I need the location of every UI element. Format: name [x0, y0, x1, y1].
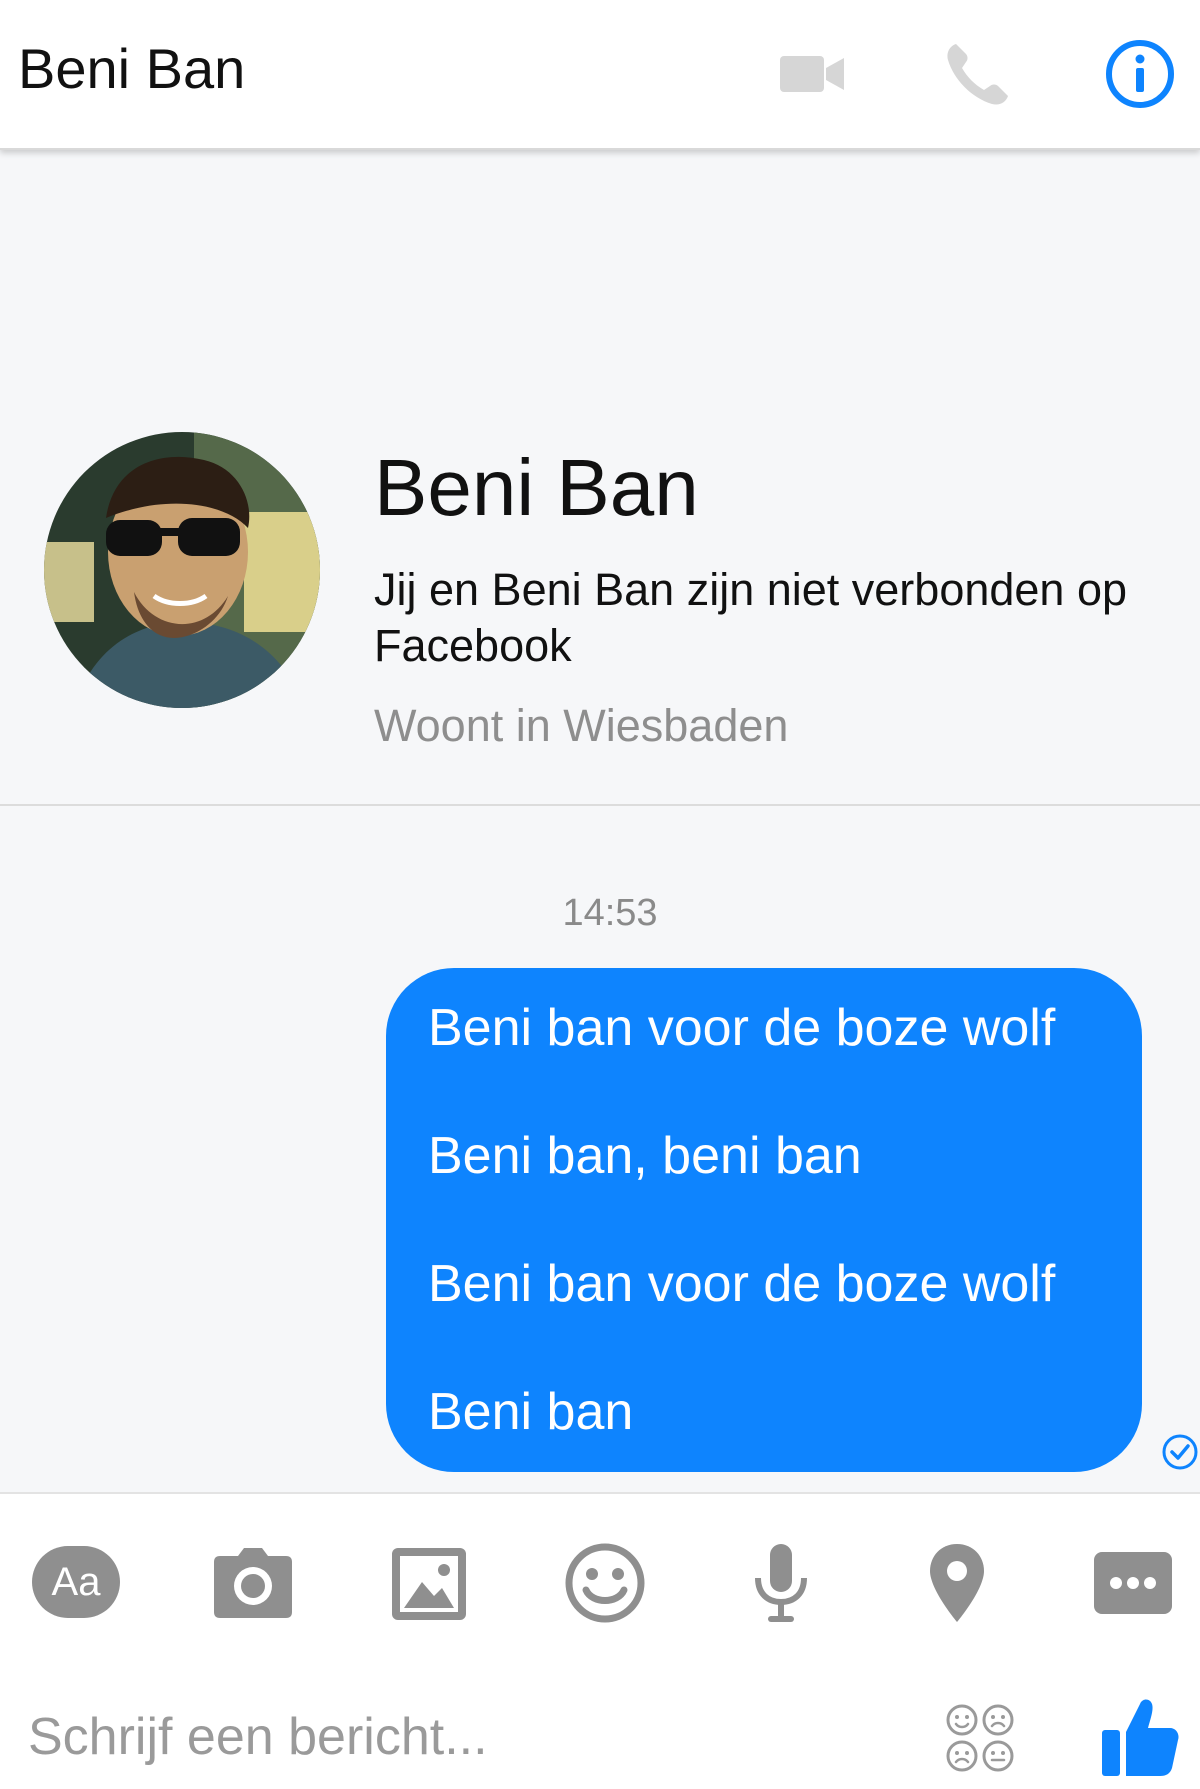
message-bubble[interactable]: Beni ban voor de boze wolf Beni ban, ben… — [386, 968, 1142, 1472]
profile-section: Beni Ban Jij en Beni Ban zijn niet verbo… — [0, 152, 1200, 806]
more-icon[interactable] — [1088, 1538, 1178, 1628]
video-call-icon[interactable] — [776, 38, 848, 110]
header-title[interactable]: Beni Ban — [18, 36, 245, 101]
message-line: Beni ban — [428, 1383, 634, 1441]
delivered-check-icon — [1160, 1432, 1200, 1472]
connection-status: Jij en Beni Ban zijn niet verbonden op F… — [374, 564, 1128, 671]
location-pin-icon[interactable] — [912, 1538, 1002, 1628]
profile-location: Woont in Wiesbaden — [374, 700, 789, 751]
message-timestamp: 14:53 — [562, 892, 658, 934]
gallery-icon[interactable] — [384, 1538, 474, 1628]
info-icon[interactable] — [1104, 38, 1176, 110]
message-line: Beni ban voor de boze wolf — [428, 1255, 1056, 1313]
avatar[interactable] — [44, 432, 320, 708]
profile-name: Beni Ban — [374, 443, 699, 532]
conversation-header: Beni Ban — [0, 0, 1200, 150]
message-composer: Aa — [0, 1492, 1200, 1789]
emoji-icon[interactable] — [560, 1538, 650, 1628]
message-input[interactable] — [28, 1702, 888, 1772]
message-line: Beni ban voor de boze wolf — [428, 999, 1056, 1057]
camera-icon[interactable] — [208, 1538, 298, 1628]
phone-icon[interactable] — [942, 38, 1014, 110]
message-line: Beni ban, beni ban — [428, 1127, 862, 1185]
microphone-icon[interactable] — [736, 1538, 826, 1628]
like-icon[interactable] — [1100, 1694, 1180, 1778]
text-format-button[interactable]: Aa — [32, 1546, 120, 1618]
sticker-icon[interactable] — [944, 1702, 1016, 1774]
